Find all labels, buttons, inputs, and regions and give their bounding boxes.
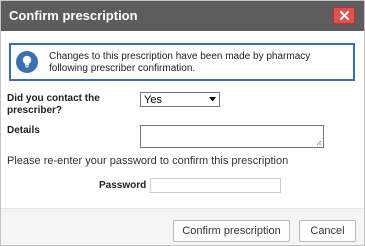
- password-label: Password: [99, 180, 147, 191]
- cancel-button[interactable]: Cancel: [299, 220, 356, 242]
- info-message-text: Changes to this prescription have been m…: [49, 51, 311, 74]
- close-button[interactable]: [333, 7, 355, 24]
- confirm-prescription-dialog: Confirm prescription Changes to this pre…: [0, 0, 365, 246]
- reenter-password-text: Please re-enter your password to confirm…: [7, 155, 289, 167]
- dialog-title: Confirm prescription: [9, 8, 138, 23]
- contact-prescriber-select[interactable]: Yes: [140, 92, 220, 107]
- chevron-down-icon: [209, 97, 216, 102]
- resize-grip-icon[interactable]: [316, 140, 322, 146]
- info-message-box: Changes to this prescription have been m…: [9, 43, 355, 81]
- confirm-prescription-button[interactable]: Confirm prescription: [173, 220, 290, 242]
- dialog-titlebar: Confirm prescription: [1, 1, 364, 31]
- contact-prescriber-value: Yes: [144, 94, 162, 106]
- contact-prescriber-label: Did you contact the prescriber?: [7, 93, 100, 116]
- password-input[interactable]: [150, 178, 281, 193]
- details-label: Details: [7, 125, 40, 136]
- dialog-footer: Confirm prescription Cancel: [1, 209, 364, 245]
- details-textarea[interactable]: [140, 125, 324, 148]
- lightbulb-icon: [16, 51, 38, 73]
- close-icon: [340, 11, 349, 20]
